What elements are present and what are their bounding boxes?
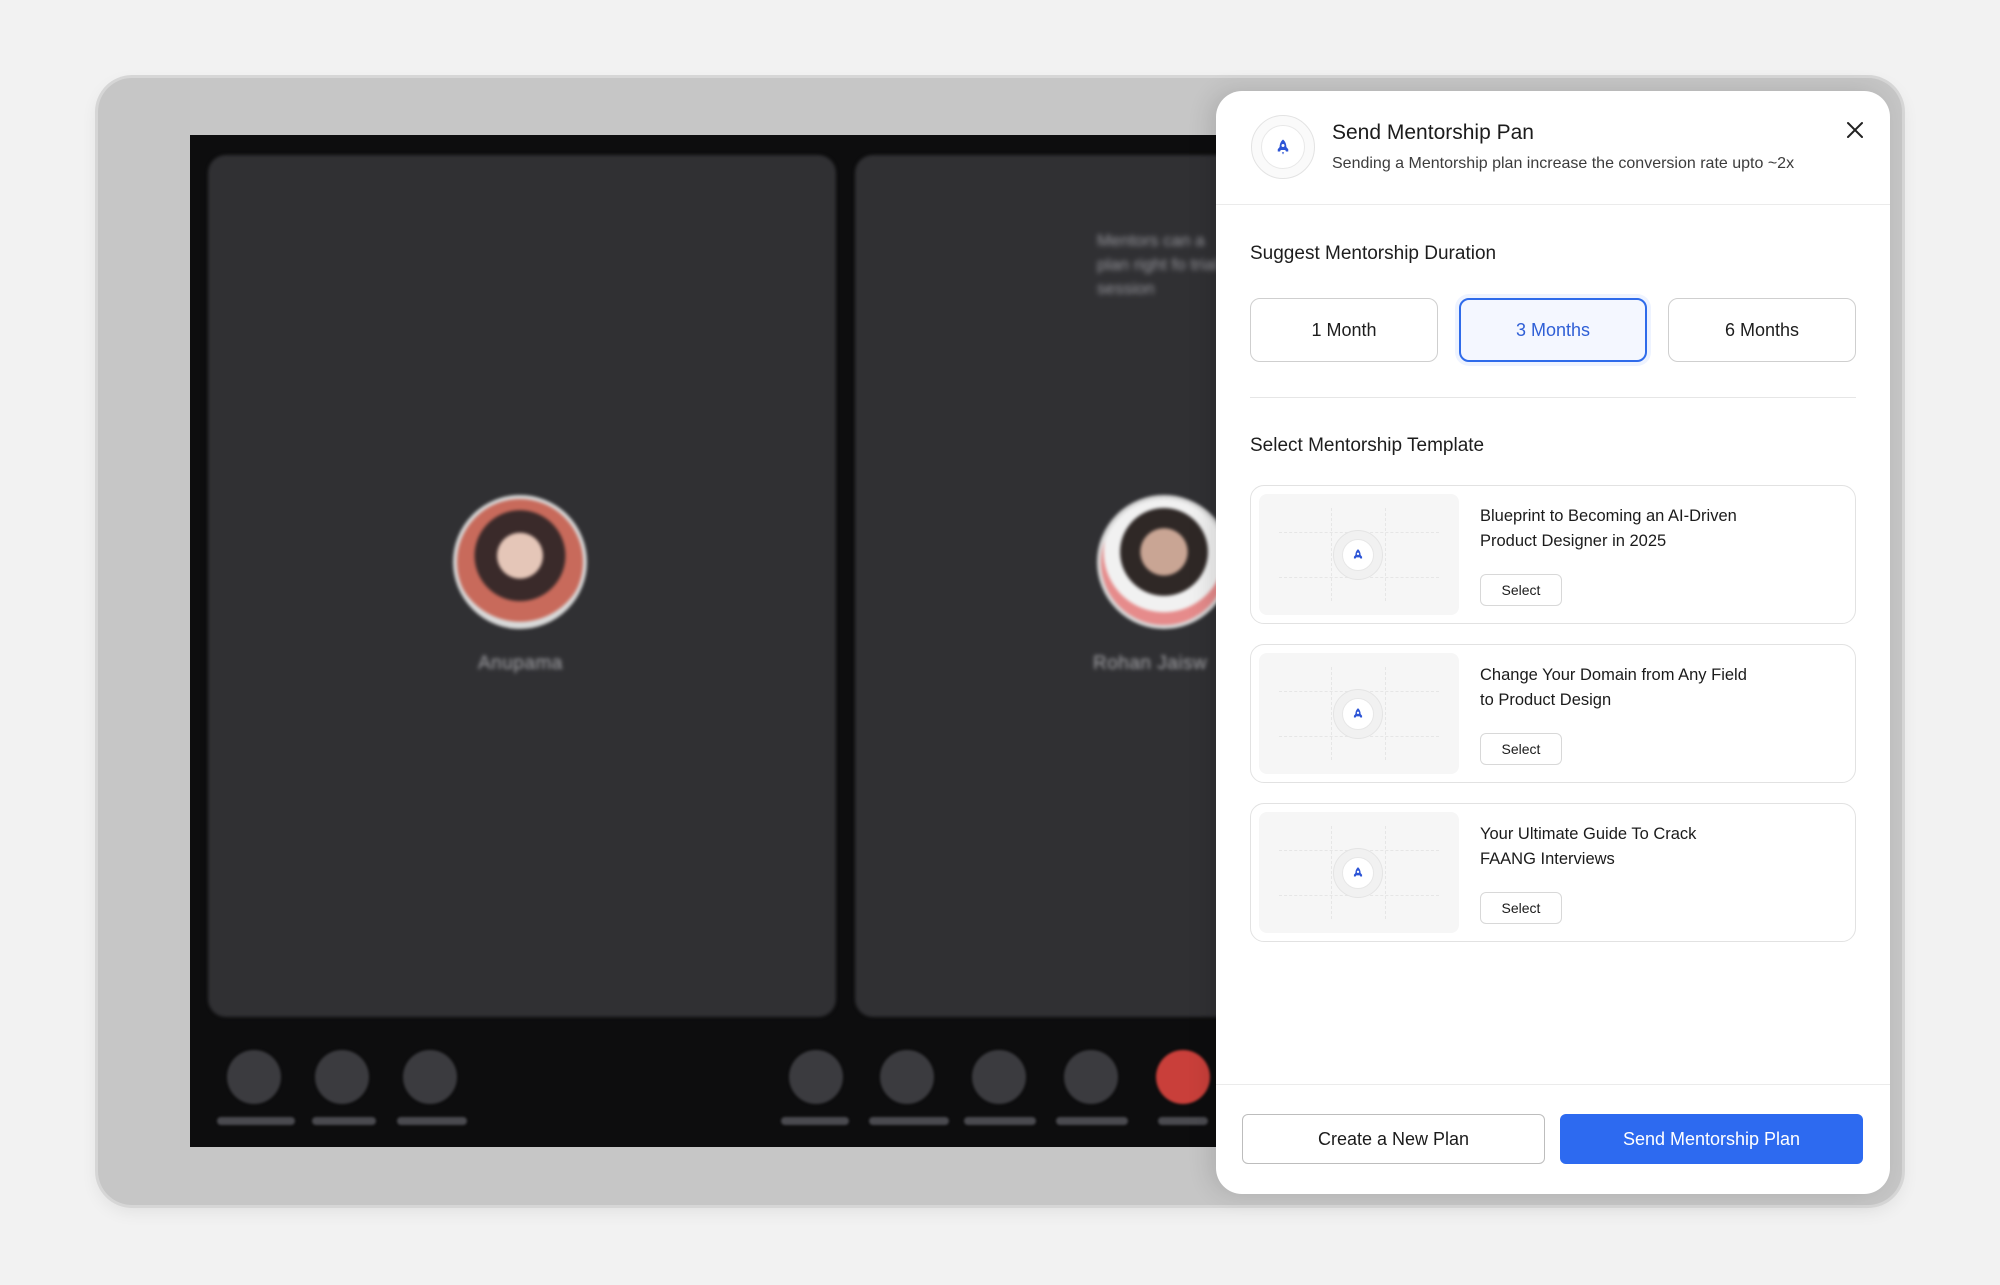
duration-section-label: Suggest Mentorship Duration (1250, 243, 1497, 264)
send-mentorship-plan-modal: Send Mentorship Pan Sending a Mentorship… (1216, 91, 1890, 1194)
control-label (1158, 1117, 1208, 1125)
select-template-button[interactable]: Select (1480, 892, 1562, 924)
rocket-icon (1333, 689, 1383, 739)
header-badge (1251, 115, 1315, 179)
call-settings-button[interactable] (1064, 1050, 1118, 1104)
template-card: Your Ultimate Guide To Crack FAANG Inter… (1250, 803, 1856, 942)
template-thumbnail (1259, 812, 1459, 933)
participant-name: Anupama (478, 653, 563, 674)
close-icon[interactable] (1840, 115, 1870, 145)
duration-option-1-month[interactable]: 1 Month (1250, 298, 1438, 362)
end-call-button[interactable] (1156, 1050, 1210, 1104)
modal-header: Send Mentorship Pan Sending a Mentorship… (1216, 91, 1890, 205)
template-section-label: Select Mentorship Template (1250, 435, 1485, 456)
control-label (1056, 1117, 1128, 1125)
template-thumbnail (1259, 494, 1459, 615)
video-toggle-button[interactable] (880, 1050, 934, 1104)
duration-option-3-months[interactable]: 3 Months (1459, 298, 1647, 362)
modal-footer: Create a New Plan Send Mentorship Plan (1216, 1084, 1890, 1194)
template-card: Change Your Domain from Any Field to Pro… (1250, 644, 1856, 783)
template-title: Change Your Domain from Any Field to Pro… (1480, 666, 1747, 709)
share-screen-button[interactable] (972, 1050, 1026, 1104)
rocket-icon (1261, 125, 1305, 169)
modal-title: Send Mentorship Pan (1332, 121, 1534, 144)
template-thumbnail (1259, 653, 1459, 774)
control-label (312, 1117, 376, 1125)
select-template-button[interactable]: Select (1480, 574, 1562, 606)
rocket-icon (1333, 848, 1383, 898)
video-call-area: Anupama Mentors can a plan right fo tria… (190, 135, 1390, 1147)
select-template-button[interactable]: Select (1480, 733, 1562, 765)
control-label (869, 1117, 949, 1125)
whiteboard-button[interactable] (315, 1050, 369, 1104)
template-title: Your Ultimate Guide To Crack FAANG Inter… (1480, 825, 1697, 868)
template-card: Blueprint to Becoming an AI-Driven Produ… (1250, 485, 1856, 624)
participant-tile: Anupama (208, 155, 836, 1017)
control-label (964, 1117, 1036, 1125)
duration-option-6-months[interactable]: 6 Months (1668, 298, 1856, 362)
rocket-icon (1333, 530, 1383, 580)
modal-subtitle: Sending a Mentorship plan increase the c… (1332, 155, 1795, 172)
template-title: Blueprint to Becoming an AI-Driven Produ… (1480, 507, 1737, 550)
participant-name: Rohan Jaisw (1093, 653, 1208, 674)
planner-button[interactable] (403, 1050, 457, 1104)
send-mentorship-plan-button[interactable]: Send Mentorship Plan (1560, 1114, 1863, 1164)
create-new-plan-button[interactable]: Create a New Plan (1242, 1114, 1545, 1164)
avatar (1097, 495, 1231, 629)
control-label (397, 1117, 467, 1125)
mic-toggle-button[interactable] (789, 1050, 843, 1104)
avatar (453, 495, 587, 629)
coding-space-button[interactable] (227, 1050, 281, 1104)
control-label (781, 1117, 849, 1125)
control-label (217, 1117, 295, 1125)
section-divider (1250, 397, 1856, 398)
